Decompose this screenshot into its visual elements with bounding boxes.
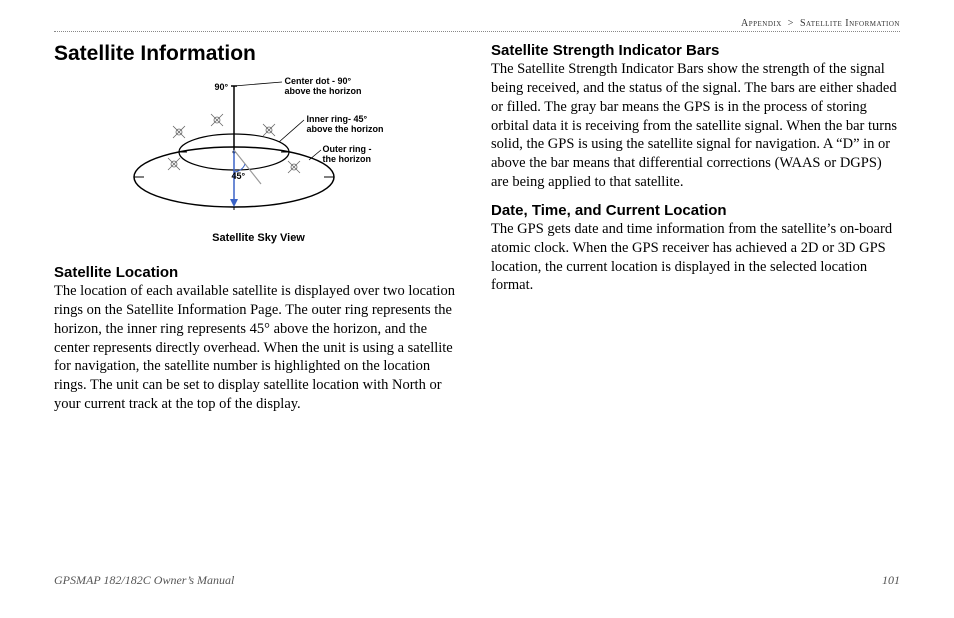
figure-label-45: 45° bbox=[232, 171, 246, 181]
divider bbox=[54, 31, 900, 32]
heading-satellite-location: Satellite Location bbox=[54, 264, 463, 281]
breadcrumb: Appendix > Satellite Information bbox=[54, 18, 900, 29]
figure-label-outer-ring: Outer ring - the horizon bbox=[323, 144, 372, 165]
paragraph-strength-bars: The Satellite Strength Indicator Bars sh… bbox=[491, 60, 900, 192]
paragraph-date-time: The GPS gets date and time information f… bbox=[491, 220, 900, 295]
satellite-sky-view-figure: 90° Center dot - 90° above the horizon I… bbox=[119, 72, 399, 222]
footer-page-number: 101 bbox=[882, 573, 900, 588]
page-footer: GPSMAP 182/182C Owner’s Manual 101 bbox=[54, 573, 900, 588]
paragraph-satellite-location: The location of each available satellite… bbox=[54, 282, 463, 414]
page-title: Satellite Information bbox=[54, 42, 463, 66]
breadcrumb-section: Appendix bbox=[741, 18, 782, 29]
breadcrumb-page: Satellite Information bbox=[800, 18, 900, 29]
right-column: Satellite Strength Indicator Bars The Sa… bbox=[491, 42, 900, 424]
heading-date-time: Date, Time, and Current Location bbox=[491, 202, 900, 219]
breadcrumb-separator: > bbox=[788, 18, 794, 29]
footer-manual-title: GPSMAP 182/182C Owner’s Manual bbox=[54, 573, 234, 588]
figure-label-90: 90° bbox=[215, 82, 229, 92]
figure-caption: Satellite Sky View bbox=[54, 232, 463, 244]
figure-label-center-dot: Center dot - 90° above the horizon bbox=[285, 76, 362, 97]
figure-label-inner-ring: Inner ring- 45° above the horizon bbox=[307, 114, 384, 135]
heading-strength-bars: Satellite Strength Indicator Bars bbox=[491, 42, 900, 59]
two-column-layout: Satellite Information bbox=[54, 42, 900, 424]
left-column: Satellite Information bbox=[54, 42, 463, 424]
